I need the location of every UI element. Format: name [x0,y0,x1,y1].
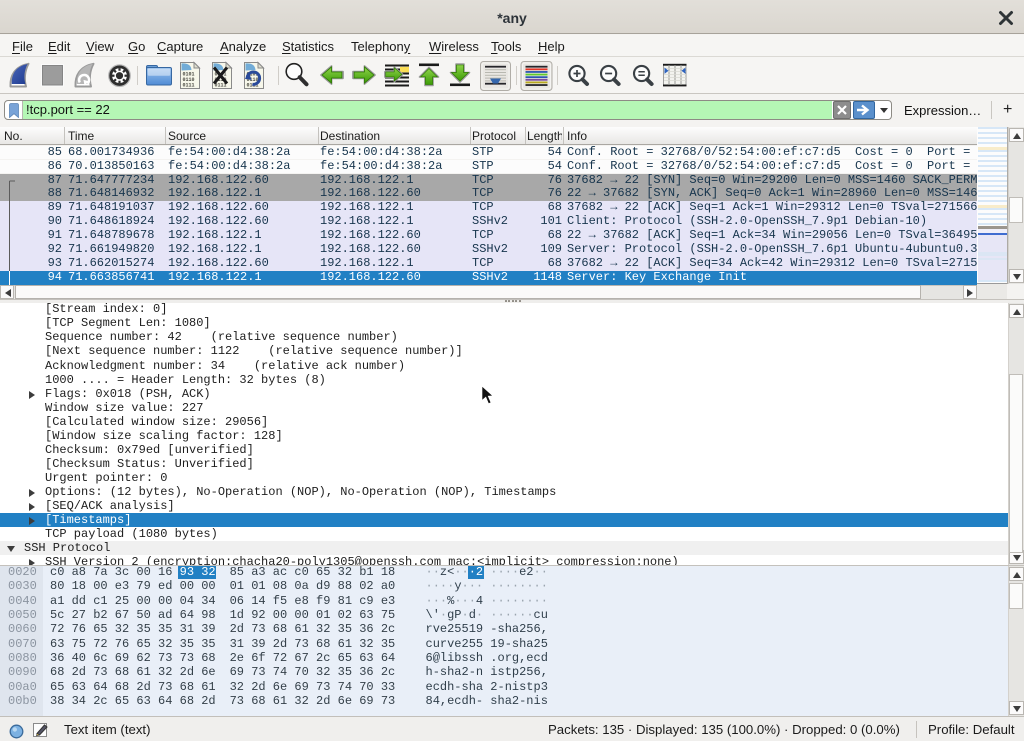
svg-text:0111: 0111 [215,83,227,89]
svg-text:0111: 0111 [183,83,195,89]
